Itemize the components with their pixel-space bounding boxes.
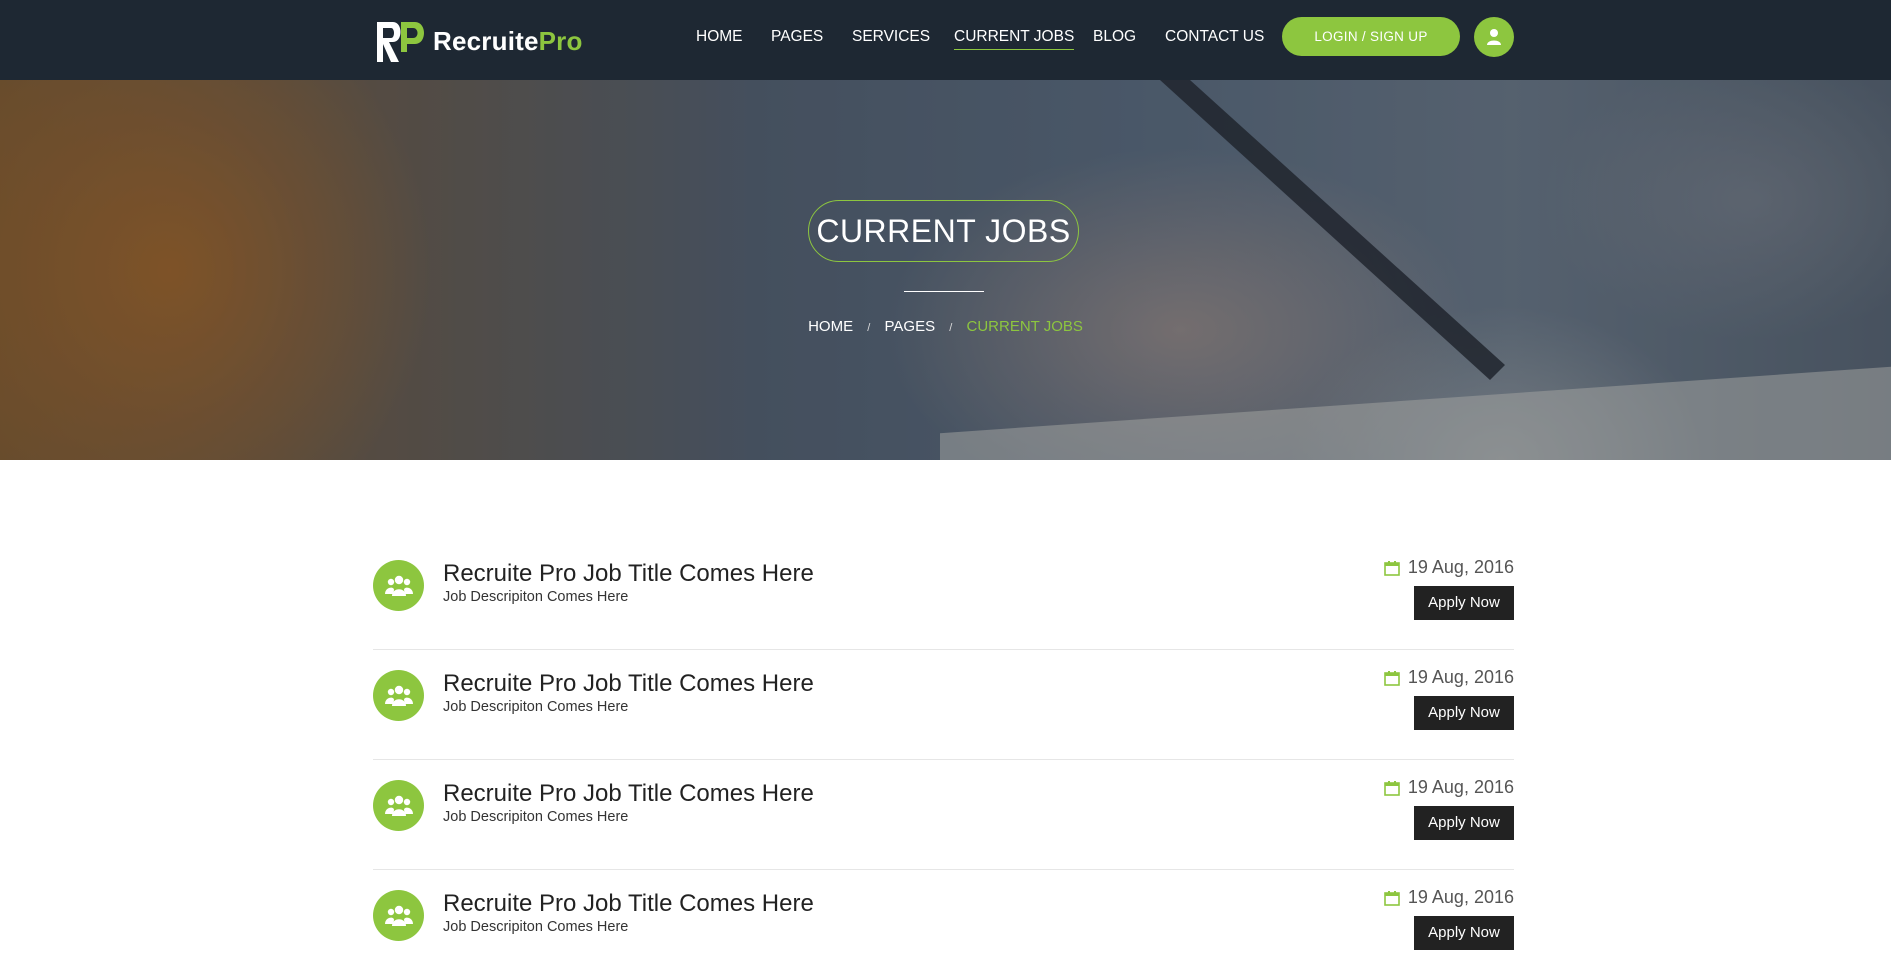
calendar-icon xyxy=(1384,890,1400,906)
site-header: RecruitePro HOME PAGES SERVICES CURRENT … xyxy=(0,0,1891,80)
calendar-icon xyxy=(1384,780,1400,796)
nav-item-pages[interactable]: PAGES xyxy=(771,28,823,49)
apply-now-button[interactable]: Apply Now xyxy=(1414,916,1514,950)
job-date: 19 Aug, 2016 xyxy=(1384,667,1514,688)
hero-divider xyxy=(904,291,984,292)
job-icon-badge xyxy=(373,780,424,831)
breadcrumb-separator: / xyxy=(949,322,953,334)
hero-overlay xyxy=(0,80,1891,460)
job-list-item: Recruite Pro Job Title Comes Here Job De… xyxy=(373,870,1514,980)
calendar-icon xyxy=(1384,560,1400,576)
job-title[interactable]: Recruite Pro Job Title Comes Here xyxy=(443,890,814,918)
job-list-item: Recruite Pro Job Title Comes Here Job De… xyxy=(373,650,1514,760)
breadcrumb-current: CURRENT JOBS xyxy=(966,318,1083,335)
job-icon-badge xyxy=(373,560,424,611)
job-icon-badge xyxy=(373,890,424,941)
job-icon-badge xyxy=(373,670,424,721)
users-group-icon xyxy=(384,795,413,816)
breadcrumb-separator: / xyxy=(867,322,871,334)
job-date-text: 19 Aug, 2016 xyxy=(1407,557,1514,577)
users-group-icon xyxy=(384,905,413,926)
job-description: Job Descripiton Comes Here xyxy=(443,919,629,935)
job-date: 19 Aug, 2016 xyxy=(1384,887,1514,908)
nav-item-blog[interactable]: BLOG xyxy=(1093,28,1136,49)
user-account-button[interactable] xyxy=(1474,17,1514,57)
job-title[interactable]: Recruite Pro Job Title Comes Here xyxy=(443,780,814,808)
job-description: Job Descripiton Comes Here xyxy=(443,809,629,825)
job-date: 19 Aug, 2016 xyxy=(1384,777,1514,798)
users-group-icon xyxy=(384,685,413,706)
job-date-text: 19 Aug, 2016 xyxy=(1407,667,1514,687)
breadcrumb-home[interactable]: HOME xyxy=(808,318,853,335)
nav-item-contact-us[interactable]: CONTACT US xyxy=(1165,28,1264,49)
apply-now-button[interactable]: Apply Now xyxy=(1414,696,1514,730)
login-signup-button[interactable]: LOGIN / SIGN UP xyxy=(1282,17,1460,56)
job-list-item: Recruite Pro Job Title Comes Here Job De… xyxy=(373,760,1514,870)
user-icon xyxy=(1487,29,1501,45)
page-title: CURRENT JOBS xyxy=(808,200,1079,262)
job-date: 19 Aug, 2016 xyxy=(1384,557,1514,578)
job-description: Job Descripiton Comes Here xyxy=(443,699,629,715)
breadcrumb: HOME / PAGES / CURRENT JOBS xyxy=(0,318,1891,335)
breadcrumb-pages[interactable]: PAGES xyxy=(885,318,936,335)
nav-item-services[interactable]: SERVICES xyxy=(852,28,930,49)
calendar-icon xyxy=(1384,670,1400,686)
job-date-text: 19 Aug, 2016 xyxy=(1407,887,1514,907)
job-list: Recruite Pro Job Title Comes Here Job De… xyxy=(373,540,1514,980)
job-date-text: 19 Aug, 2016 xyxy=(1407,777,1514,797)
users-group-icon xyxy=(384,575,413,596)
apply-now-button[interactable]: Apply Now xyxy=(1414,806,1514,840)
job-title[interactable]: Recruite Pro Job Title Comes Here xyxy=(443,560,814,588)
job-title[interactable]: Recruite Pro Job Title Comes Here xyxy=(443,670,814,698)
job-list-item: Recruite Pro Job Title Comes Here Job De… xyxy=(373,540,1514,650)
nav-item-current-jobs[interactable]: CURRENT JOBS xyxy=(954,28,1075,50)
job-description: Job Descripiton Comes Here xyxy=(443,589,629,605)
apply-now-button[interactable]: Apply Now xyxy=(1414,586,1514,620)
main-nav: HOME PAGES SERVICES CURRENT JOBS BLOG CO… xyxy=(0,0,1891,80)
nav-item-home[interactable]: HOME xyxy=(696,28,743,49)
page-hero: CURRENT JOBS HOME / PAGES / CURRENT JOBS xyxy=(0,80,1891,460)
